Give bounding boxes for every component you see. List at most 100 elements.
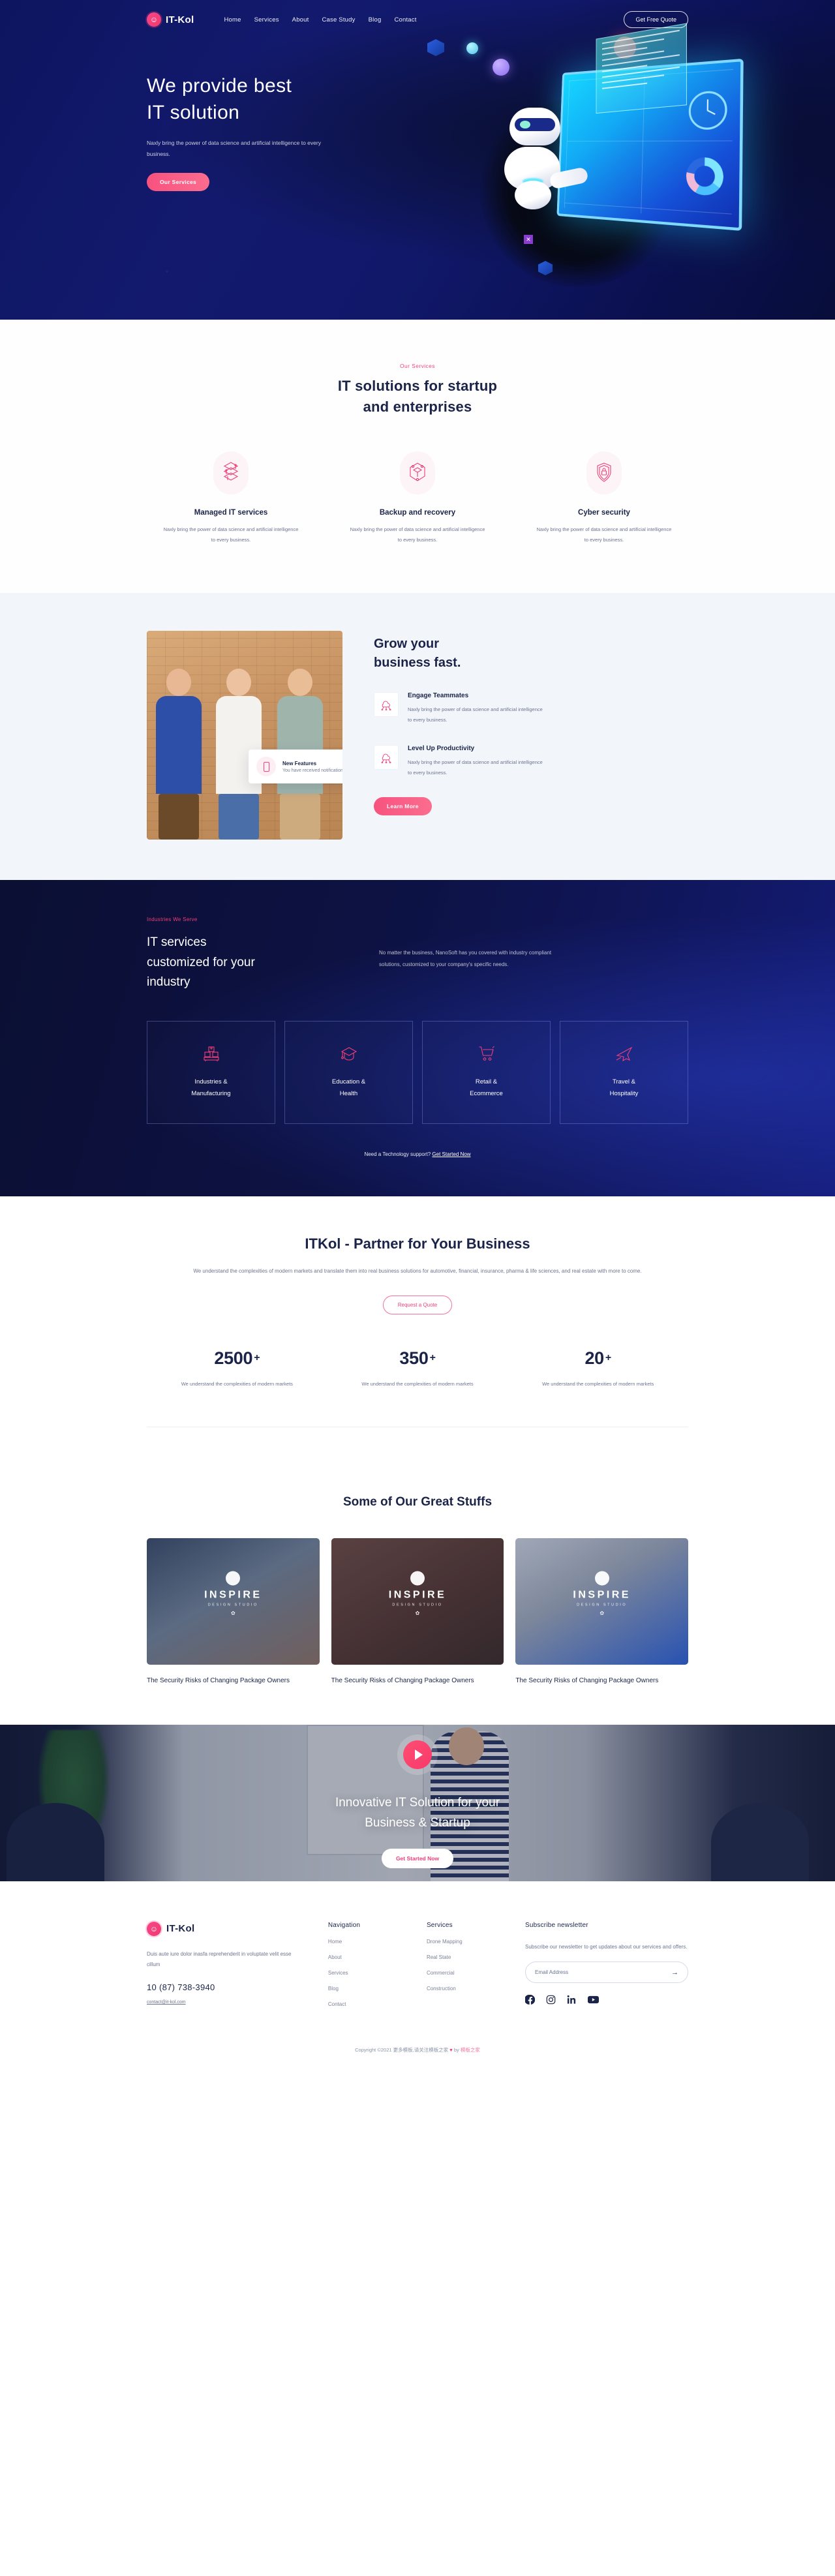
play-icon[interactable] bbox=[403, 1740, 432, 1769]
request-a-quote-button[interactable]: Request a Quote bbox=[382, 1296, 453, 1315]
stat-number: 2500 bbox=[214, 1348, 253, 1369]
team-photo: New Features You have received notificat… bbox=[147, 631, 342, 840]
services-section: Our Services IT solutions for startup an… bbox=[0, 320, 835, 594]
learn-more-button[interactable]: Learn More bbox=[374, 797, 432, 816]
linkedin-icon[interactable] bbox=[567, 1995, 577, 2005]
industry-card-education[interactable]: Education & Health bbox=[284, 1021, 413, 1125]
stacked-cubes-icon bbox=[213, 451, 249, 494]
footer-nav-services[interactable]: Services bbox=[328, 1970, 404, 1976]
overlay-word: INSPIRE bbox=[573, 1589, 631, 1601]
nav-item-about[interactable]: About bbox=[292, 16, 309, 23]
stat-item: 20 + We understand the complexities of mo… bbox=[508, 1348, 688, 1389]
stat-value: 2500 + bbox=[147, 1348, 327, 1369]
nav-item-contact[interactable]: Contact bbox=[394, 16, 416, 23]
boxes-icon bbox=[203, 1046, 219, 1066]
feature-title: Level Up Productivity bbox=[408, 744, 475, 752]
main-navigation: ☺ IT-Kol Home Services About Case Study … bbox=[147, 0, 688, 39]
services-title-line1: IT solutions for startup bbox=[337, 378, 498, 394]
get-started-now-button[interactable]: Get Started Now bbox=[381, 1849, 454, 1869]
video-cta-title: Innovative IT Solution for your Business… bbox=[147, 1793, 688, 1834]
footer-services-column: Services Drone Mapping Real State Commer… bbox=[427, 1922, 503, 2007]
footer-phone[interactable]: 10 (87) 738-3940 bbox=[147, 1982, 306, 1992]
blog-thumbnail: INSPIRE DESIGN STUDIO ✿ bbox=[331, 1538, 504, 1665]
cloud-network-icon bbox=[374, 692, 399, 718]
nav-item-home[interactable]: Home bbox=[224, 16, 241, 23]
stat-number: 350 bbox=[399, 1348, 429, 1369]
stat-suffix: + bbox=[429, 1352, 436, 1364]
hero-title-line2: IT solution bbox=[147, 101, 240, 123]
industry-label: Travel & Hospitality bbox=[610, 1076, 639, 1100]
footer-service-construction[interactable]: Construction bbox=[427, 1986, 503, 1992]
blog-post-title[interactable]: The Security Risks of Changing Package O… bbox=[147, 1675, 320, 1687]
overlay-sub: DESIGN STUDIO bbox=[392, 1603, 443, 1607]
stat-desc: We understand the complexities of modern… bbox=[181, 1381, 293, 1387]
email-input[interactable] bbox=[535, 1969, 671, 1976]
service-card[interactable]: Cyber security Naxly bring the power of … bbox=[520, 451, 688, 545]
notification-subtitle: You have received notification bbox=[282, 768, 342, 773]
industries-title-line3: industry bbox=[147, 975, 190, 990]
our-services-button[interactable]: Our Services bbox=[147, 173, 210, 191]
footer-nav-home[interactable]: Home bbox=[328, 1939, 404, 1945]
blog-card[interactable]: INSPIRE DESIGN STUDIO ✿ The Security Ris… bbox=[515, 1538, 689, 1687]
shopping-cart-icon bbox=[478, 1046, 495, 1066]
arrow-right-icon[interactable]: → bbox=[671, 1969, 678, 1977]
overlay-sub: DESIGN STUDIO bbox=[207, 1603, 258, 1607]
page-root: ☺ IT-Kol Home Services About Case Study … bbox=[0, 0, 835, 2064]
industries-title-line1: IT services bbox=[147, 935, 207, 950]
industry-label: Retail & Ecommerce bbox=[470, 1076, 503, 1100]
services-title-line2: and enterprises bbox=[363, 398, 472, 415]
footer-logo[interactable]: ☺ IT-Kol bbox=[147, 1921, 306, 1936]
footer-brand-column: ☺ IT-Kol Duis aute iure dolor inasfa rep… bbox=[147, 1921, 306, 2007]
industry-card-travel[interactable]: Travel & Hospitality bbox=[560, 1021, 688, 1125]
industry-label-line2: Manufacturing bbox=[191, 1089, 231, 1097]
footer-nav-blog[interactable]: Blog bbox=[328, 1986, 404, 1992]
facebook-icon[interactable] bbox=[524, 1995, 536, 2005]
hexagon-box-icon bbox=[400, 451, 435, 494]
nav-item-blog[interactable]: Blog bbox=[369, 16, 382, 23]
industry-card-retail[interactable]: Retail & Ecommerce bbox=[422, 1021, 551, 1125]
blog-thumbnail: INSPIRE DESIGN STUDIO ✿ bbox=[147, 1538, 320, 1665]
industry-label-line1: Retail & bbox=[475, 1078, 498, 1085]
copyright-author[interactable]: 模板之家 bbox=[461, 2047, 480, 2053]
youtube-icon[interactable] bbox=[588, 1995, 599, 2005]
hero-title-line1: We provide best bbox=[147, 75, 292, 97]
footer-nav-contact[interactable]: Contact bbox=[328, 2001, 404, 2007]
industry-label: Education & Health bbox=[332, 1076, 365, 1100]
footer-service-real-state[interactable]: Real State bbox=[427, 1954, 503, 1960]
nav-item-services[interactable]: Services bbox=[254, 16, 279, 23]
feature-title: Engage Teammates bbox=[408, 692, 469, 700]
footer-service-drone-mapping[interactable]: Drone Mapping bbox=[427, 1939, 503, 1945]
service-card[interactable]: Managed IT services Naxly bring the powe… bbox=[147, 451, 315, 545]
overlay-sub: DESIGN STUDIO bbox=[577, 1603, 628, 1607]
newsletter-form[interactable]: → bbox=[525, 1962, 688, 1984]
feature-item: Engage Teammates Naxly bring the power o… bbox=[374, 692, 688, 725]
industry-label-line1: Education & bbox=[331, 1078, 366, 1085]
stat-number: 20 bbox=[584, 1348, 604, 1369]
blog-post-title[interactable]: The Security Risks of Changing Package O… bbox=[515, 1675, 688, 1687]
footer-newsletter-column: Subscribe newsletter Subscribe our newsl… bbox=[524, 1922, 688, 2007]
blog-section: Some of Our Great Stuffs INSPIRE DESIGN … bbox=[0, 1464, 835, 1725]
blog-card[interactable]: INSPIRE DESIGN STUDIO ✿ The Security Ris… bbox=[331, 1538, 504, 1687]
footer-email[interactable]: contact@it-kol.com bbox=[147, 2000, 186, 2005]
industries-cards: Industries & Manufacturing Education & H… bbox=[147, 1021, 688, 1125]
industries-section: Industries We Serve IT services customiz… bbox=[0, 880, 835, 1196]
instagram-icon[interactable] bbox=[546, 1995, 556, 2005]
footer-nav-about[interactable]: About bbox=[328, 1954, 404, 1960]
industry-card-manufacturing[interactable]: Industries & Manufacturing bbox=[147, 1021, 275, 1125]
service-card[interactable]: Backup and recovery Naxly bring the powe… bbox=[333, 451, 502, 545]
get-free-quote-button[interactable]: Get Free Quote bbox=[624, 11, 688, 28]
stat-desc: We understand the complexities of modern… bbox=[542, 1381, 654, 1387]
get-started-now-link[interactable]: Get Started Now bbox=[432, 1151, 470, 1157]
hero-inner: ✕ ✕ W bbox=[147, 23, 744, 287]
blog-card[interactable]: INSPIRE DESIGN STUDIO ✿ The Security Ris… bbox=[147, 1538, 320, 1687]
industry-label-line2: Ecommerce bbox=[470, 1089, 503, 1097]
inspire-dot-icon bbox=[410, 1571, 425, 1586]
nav-item-case-study[interactable]: Case Study bbox=[322, 16, 355, 23]
brand-logo[interactable]: ☺ IT-Kol bbox=[147, 12, 194, 27]
overlay-word: INSPIRE bbox=[204, 1589, 262, 1601]
hero-title: We provide best IT solution bbox=[147, 73, 362, 126]
footer-service-commercial[interactable]: Commercial bbox=[427, 1970, 503, 1976]
person-badge-icon: ☺ bbox=[147, 1921, 161, 1936]
blog-post-title[interactable]: The Security Risks of Changing Package O… bbox=[331, 1675, 504, 1687]
hero-illustration: ✕ ✕ bbox=[401, 20, 767, 307]
